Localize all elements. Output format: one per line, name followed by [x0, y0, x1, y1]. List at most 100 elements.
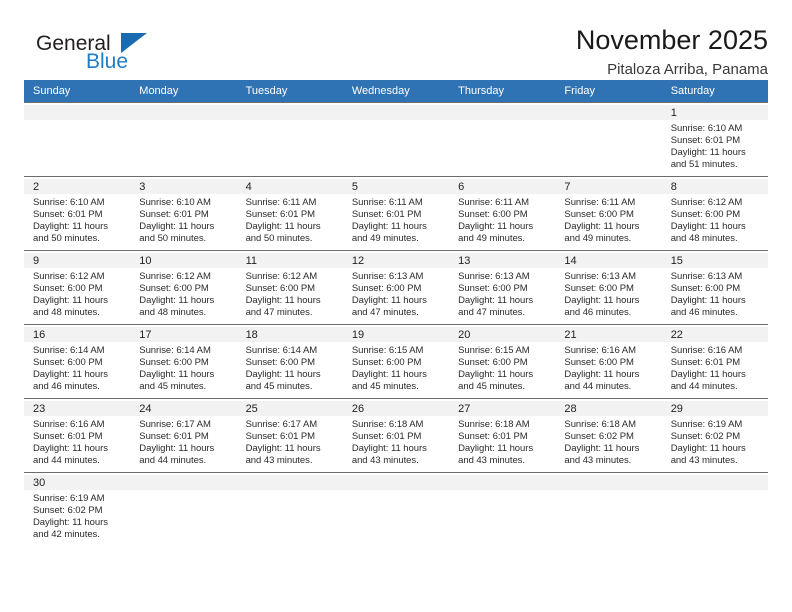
- day-sun-info: Sunrise: 6:11 AM Sunset: 6:01 PM Daylight:…: [352, 194, 443, 245]
- daylight-text: Daylight: 11 hours: [564, 221, 640, 233]
- daylight-text-cont: and 48 minutes.: [670, 233, 738, 245]
- calendar-day-cell[interactable]: 28 Sunrise: 6:18 AM Sunset: 6:02 PM Dayligh…: [555, 398, 662, 473]
- daylight-text: Daylight: 11 hours: [245, 295, 321, 307]
- day-number: [449, 475, 556, 490]
- calendar-cell-empty: [130, 472, 237, 546]
- daylight-text-cont: and 45 minutes.: [351, 381, 419, 393]
- sunset-text: Sunset: 6:01 PM: [351, 209, 422, 221]
- calendar-page: General Blue November 2025 Pitaloza Arri…: [0, 0, 792, 612]
- calendar-day-cell[interactable]: 21 Sunrise: 6:16 AM Sunset: 6:00 PM Dayligh…: [555, 324, 662, 399]
- calendar-day-cell[interactable]: 3 Sunrise: 6:10 AM Sunset: 6:01 PM Daylight…: [130, 176, 237, 251]
- day-number: 18: [236, 327, 343, 342]
- brand-logo[interactable]: General Blue: [24, 24, 147, 78]
- calendar-day-cell[interactable]: 20 Sunrise: 6:15 AM Sunset: 6:00 PM Dayligh…: [449, 324, 556, 399]
- daylight-text: Daylight: 11 hours: [33, 443, 108, 455]
- calendar-day-cell[interactable]: 29 Sunrise: 6:19 AM Sunset: 6:02 PM Dayligh…: [661, 398, 768, 473]
- calendar-day-cell[interactable]: 22 Sunrise: 6:16 AM Sunset: 6:01 PM Dayligh…: [661, 324, 768, 399]
- day-sun-info: Sunrise: 6:11 AM Sunset: 6:01 PM Daylight:…: [246, 194, 337, 245]
- day-cell-inner: 23 Sunrise: 6:16 AM Sunset: 6:01 PM Dayligh…: [24, 399, 131, 467]
- sunset-text: Sunset: 6:00 PM: [33, 283, 103, 295]
- day-cell-inner: 14 Sunrise: 6:13 AM Sunset: 6:00 PM Dayligh…: [555, 251, 662, 319]
- daylight-text-cont: and 49 minutes.: [458, 233, 525, 245]
- day-number: 30: [24, 475, 131, 490]
- day-sun-info: Sunrise: 6:13 AM Sunset: 6:00 PM Daylight:…: [458, 268, 549, 319]
- daylight-text-cont: and 42 minutes.: [33, 529, 100, 541]
- calendar-day-cell[interactable]: 24 Sunrise: 6:17 AM Sunset: 6:01 PM Dayligh…: [130, 398, 237, 473]
- sunset-text: Sunset: 6:00 PM: [245, 283, 316, 295]
- day-sun-info: Sunrise: 6:10 AM Sunset: 6:01 PM Daylight:…: [33, 194, 124, 245]
- calendar-day-cell[interactable]: 4 Sunrise: 6:11 AM Sunset: 6:01 PM Daylight…: [236, 176, 343, 251]
- day-number: 15: [661, 253, 768, 268]
- daylight-text-cont: and 45 minutes.: [139, 381, 207, 393]
- daylight-text: Daylight: 11 hours: [670, 147, 746, 159]
- weekday-header-monday: Monday: [130, 80, 237, 103]
- sunrise-text: Sunrise: 6:12 AM: [670, 197, 743, 208]
- day-cell-inner: 25 Sunrise: 6:17 AM Sunset: 6:01 PM Dayligh…: [236, 399, 343, 467]
- day-number: 28: [555, 401, 662, 416]
- daylight-text: Daylight: 11 hours: [458, 369, 534, 381]
- sunrise-text: Sunrise: 6:11 AM: [458, 197, 529, 208]
- sunrise-text: Sunrise: 6:14 AM: [139, 345, 211, 356]
- day-cell-inner: 12 Sunrise: 6:13 AM Sunset: 6:00 PM Dayligh…: [342, 251, 450, 319]
- day-number: 5: [342, 179, 450, 194]
- sunset-text: Sunset: 6:00 PM: [458, 283, 528, 295]
- weekday-header-friday: Friday: [555, 80, 662, 103]
- calendar-day-cell[interactable]: 26 Sunrise: 6:18 AM Sunset: 6:01 PM Dayligh…: [342, 398, 450, 473]
- sunset-text: Sunset: 6:00 PM: [670, 283, 741, 295]
- daylight-text: Daylight: 11 hours: [33, 295, 108, 307]
- calendar-day-cell[interactable]: 23 Sunrise: 6:16 AM Sunset: 6:01 PM Dayligh…: [24, 398, 131, 473]
- calendar-day-cell[interactable]: 8 Sunrise: 6:12 AM Sunset: 6:00 PM Daylight…: [661, 176, 768, 251]
- calendar-day-cell[interactable]: 17 Sunrise: 6:14 AM Sunset: 6:00 PM Dayligh…: [130, 324, 237, 399]
- calendar-cell-empty: [236, 102, 343, 177]
- daylight-text: Daylight: 11 hours: [33, 221, 108, 233]
- calendar-day-cell[interactable]: 6 Sunrise: 6:11 AM Sunset: 6:00 PM Daylight…: [449, 176, 556, 251]
- day-sun-info: Sunrise: 6:19 AM Sunset: 6:02 PM Daylight:…: [671, 416, 762, 467]
- weekday-header-thursday: Thursday: [449, 80, 556, 103]
- calendar-day-cell[interactable]: 30 Sunrise: 6:19 AM Sunset: 6:02 PM Dayligh…: [24, 472, 131, 546]
- calendar-day-cell[interactable]: 1 Sunrise: 6:10 AM Sunset: 6:01 PM Daylight…: [661, 102, 768, 177]
- day-cell-inner: 7 Sunrise: 6:11 AM Sunset: 6:00 PM Daylight…: [555, 177, 662, 245]
- day-cell-inner: [236, 103, 343, 120]
- sunrise-text: Sunrise: 6:13 AM: [351, 271, 424, 282]
- calendar-week-row: 9 Sunrise: 6:12 AM Sunset: 6:00 PM Daylight…: [24, 250, 768, 325]
- day-cell-inner: 6 Sunrise: 6:11 AM Sunset: 6:00 PM Daylight…: [449, 177, 556, 245]
- daylight-text-cont: and 43 minutes.: [351, 455, 419, 467]
- calendar-day-cell[interactable]: 16 Sunrise: 6:14 AM Sunset: 6:00 PM Dayligh…: [24, 324, 131, 399]
- sunrise-text: Sunrise: 6:13 AM: [458, 271, 530, 282]
- sunrise-text: Sunrise: 6:10 AM: [33, 197, 105, 208]
- weekday-header-tuesday: Tuesday: [236, 80, 343, 103]
- day-sun-info: Sunrise: 6:15 AM Sunset: 6:00 PM Daylight:…: [458, 342, 549, 393]
- day-number: [236, 475, 343, 490]
- sunset-text: Sunset: 6:01 PM: [33, 431, 103, 443]
- sunrise-text: Sunrise: 6:12 AM: [33, 271, 105, 282]
- day-sun-info: Sunrise: 6:18 AM Sunset: 6:01 PM Daylight:…: [458, 416, 549, 467]
- day-number: 2: [24, 179, 131, 194]
- calendar-day-cell[interactable]: 7 Sunrise: 6:11 AM Sunset: 6:00 PM Daylight…: [555, 176, 662, 251]
- calendar-day-cell[interactable]: 25 Sunrise: 6:17 AM Sunset: 6:01 PM Dayligh…: [236, 398, 343, 473]
- daylight-text: Daylight: 11 hours: [670, 221, 746, 233]
- day-cell-inner: 11 Sunrise: 6:12 AM Sunset: 6:00 PM Dayligh…: [236, 251, 343, 319]
- calendar-day-cell[interactable]: 2 Sunrise: 6:10 AM Sunset: 6:01 PM Daylight…: [24, 176, 131, 251]
- calendar-day-cell[interactable]: 5 Sunrise: 6:11 AM Sunset: 6:01 PM Daylight…: [342, 176, 450, 251]
- calendar-day-cell[interactable]: 12 Sunrise: 6:13 AM Sunset: 6:00 PM Dayligh…: [342, 250, 450, 325]
- calendar-day-cell[interactable]: 10 Sunrise: 6:12 AM Sunset: 6:00 PM Dayligh…: [130, 250, 237, 325]
- calendar-day-cell[interactable]: 18 Sunrise: 6:14 AM Sunset: 6:00 PM Dayligh…: [236, 324, 343, 399]
- calendar-day-cell[interactable]: 14 Sunrise: 6:13 AM Sunset: 6:00 PM Dayligh…: [555, 250, 662, 325]
- day-sun-info: Sunrise: 6:13 AM Sunset: 6:00 PM Daylight:…: [564, 268, 655, 319]
- calendar-day-cell[interactable]: 15 Sunrise: 6:13 AM Sunset: 6:00 PM Dayligh…: [661, 250, 768, 325]
- weekday-header-wednesday: Wednesday: [342, 80, 450, 103]
- day-sun-info: Sunrise: 6:13 AM Sunset: 6:00 PM Daylight:…: [671, 268, 762, 319]
- calendar-day-cell[interactable]: 13 Sunrise: 6:13 AM Sunset: 6:00 PM Dayligh…: [449, 250, 556, 325]
- daylight-text: Daylight: 11 hours: [139, 295, 215, 307]
- calendar-day-cell[interactable]: 9 Sunrise: 6:12 AM Sunset: 6:00 PM Daylight…: [24, 250, 131, 325]
- sunrise-text: Sunrise: 6:16 AM: [564, 345, 636, 356]
- day-cell-inner: [236, 473, 343, 490]
- title-block: November 2025 Pitaloza Arriba, Panama: [576, 24, 768, 81]
- day-number: 21: [555, 327, 662, 342]
- sunset-text: Sunset: 6:00 PM: [564, 283, 634, 295]
- calendar-day-cell[interactable]: 19 Sunrise: 6:15 AM Sunset: 6:00 PM Dayligh…: [342, 324, 450, 399]
- calendar-day-cell[interactable]: 27 Sunrise: 6:18 AM Sunset: 6:01 PM Dayligh…: [449, 398, 556, 473]
- day-sun-info: Sunrise: 6:19 AM Sunset: 6:02 PM Daylight:…: [33, 490, 124, 541]
- day-number: 3: [130, 179, 237, 194]
- calendar-day-cell[interactable]: 11 Sunrise: 6:12 AM Sunset: 6:00 PM Dayligh…: [236, 250, 343, 325]
